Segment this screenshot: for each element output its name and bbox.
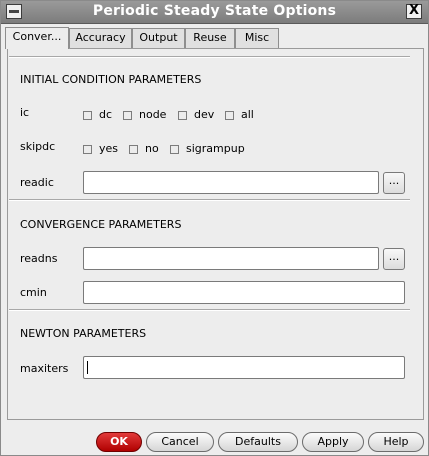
ic-node-label: node — [139, 108, 167, 121]
window-title: Periodic Steady State Options — [92, 3, 337, 19]
readic-browse-button[interactable]: ... — [383, 172, 405, 194]
readic-label: readic — [20, 176, 54, 189]
skipdc-yes-checkbox[interactable] — [83, 145, 92, 154]
dialog-window: Periodic Steady State Options X Conver..… — [0, 0, 429, 456]
ok-button[interactable]: OK — [96, 432, 142, 452]
apply-button[interactable]: Apply — [302, 432, 364, 452]
help-button[interactable]: Help — [368, 432, 424, 452]
tab-reuse[interactable]: Reuse — [185, 28, 235, 48]
skipdc-yes-label: yes — [99, 142, 119, 155]
readns-label: readns — [20, 252, 58, 265]
convergence-header: CONVERGENCE PARAMETERS — [20, 218, 182, 231]
cmin-input[interactable] — [83, 281, 405, 304]
cmin-label: cmin — [20, 286, 47, 299]
newton-header: NEWTON PARAMETERS — [20, 327, 147, 340]
separator — [9, 199, 410, 201]
tab-accuracy[interactable]: Accuracy — [69, 28, 132, 48]
defaults-button[interactable]: Defaults — [218, 432, 298, 452]
skipdc-no-checkbox[interactable] — [129, 145, 138, 154]
skipdc-no-label: no — [145, 142, 159, 155]
ic-all-checkbox[interactable] — [225, 111, 234, 120]
skipdc-sigrampup-label: sigrampup — [186, 142, 245, 155]
initial-condition-header: INITIAL CONDITION PARAMETERS — [20, 73, 202, 86]
separator — [9, 309, 410, 311]
skipdc-label: skipdc — [20, 140, 56, 153]
ic-dev-checkbox[interactable] — [178, 111, 187, 120]
ic-dev-label: dev — [194, 108, 215, 121]
tab-convergence[interactable]: Conver... — [5, 27, 69, 49]
cancel-button[interactable]: Cancel — [146, 432, 214, 452]
close-icon[interactable]: X — [406, 4, 422, 19]
skipdc-sigrampup-checkbox[interactable] — [170, 145, 179, 154]
ic-dc-checkbox[interactable] — [83, 111, 92, 120]
ic-label: ic — [20, 106, 30, 119]
separator — [9, 56, 410, 58]
tab-misc[interactable]: Misc — [235, 28, 279, 48]
tab-output[interactable]: Output — [132, 28, 185, 48]
ic-dc-label: dc — [99, 108, 113, 121]
readns-browse-button[interactable]: ... — [383, 248, 405, 270]
maxiters-label: maxiters — [20, 362, 69, 375]
readns-input[interactable] — [83, 247, 379, 270]
title-bar: Periodic Steady State Options X — [1, 1, 428, 24]
readic-input[interactable] — [83, 171, 379, 194]
maxiters-input[interactable] — [83, 356, 405, 379]
ic-node-checkbox[interactable] — [123, 111, 132, 120]
text-cursor — [87, 361, 88, 374]
ic-all-label: all — [241, 108, 254, 121]
